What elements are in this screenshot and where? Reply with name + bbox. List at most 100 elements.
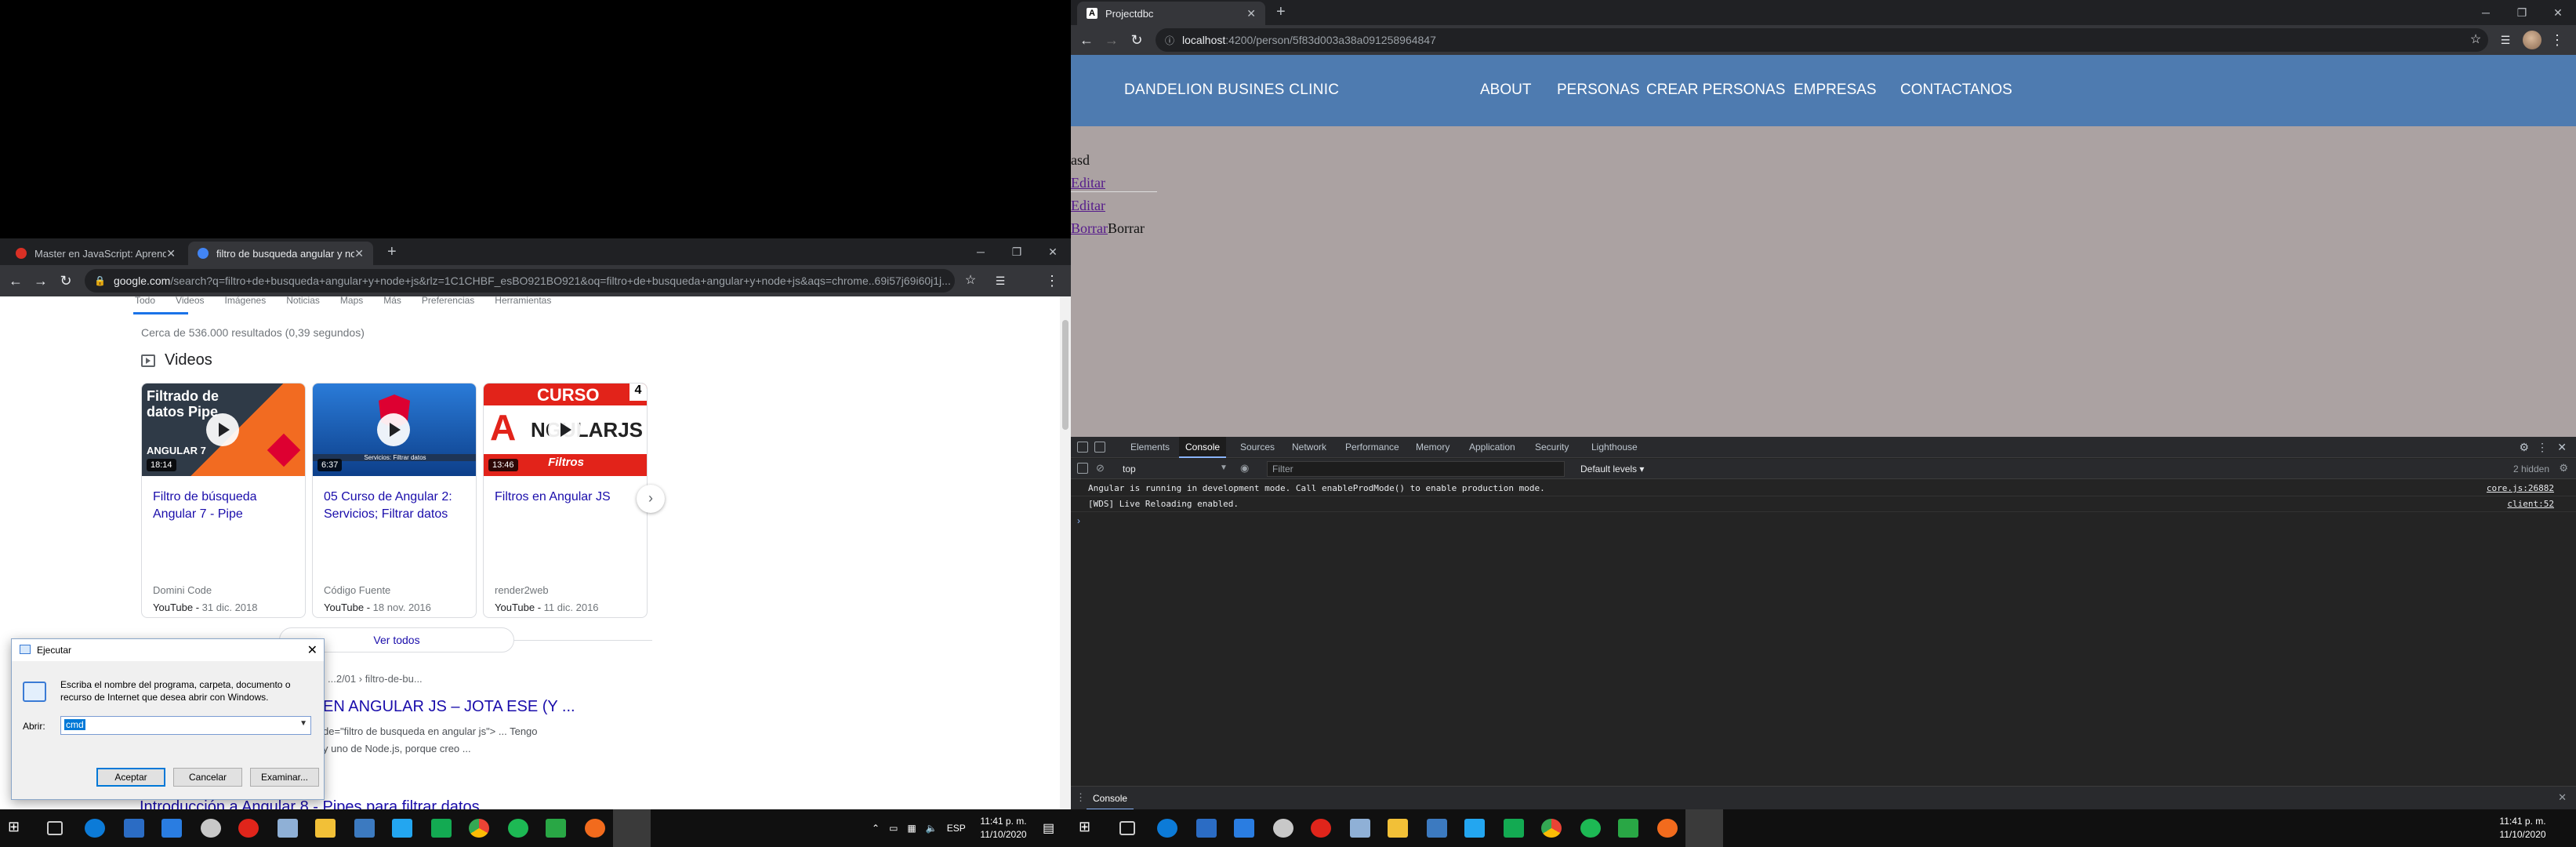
- tab-google-search[interactable]: filtro de busqueda angular y node... ✕: [188, 242, 373, 265]
- reading-list-icon[interactable]: ☰: [991, 271, 1010, 290]
- app-icon[interactable]: [278, 819, 298, 838]
- address-bar[interactable]: 🔒 google.com /search?q=filtro+de+busqued…: [85, 269, 955, 293]
- bookmark-star-icon[interactable]: ☆: [2466, 31, 2485, 49]
- battery-icon[interactable]: ▭: [889, 823, 898, 834]
- restore-icon[interactable]: ❐: [2504, 6, 2540, 20]
- app-brand[interactable]: DANDELION BUSINES CLINIC: [1124, 82, 1339, 99]
- clear-console-icon[interactable]: ⊘: [1096, 462, 1105, 474]
- close-icon[interactable]: ✕: [1035, 245, 1071, 259]
- bookmark-star-icon[interactable]: ☆: [961, 271, 980, 290]
- close-tab-icon[interactable]: ✕: [166, 247, 176, 260]
- windows-start-icon[interactable]: ⊞: [8, 819, 28, 838]
- store-icon[interactable]: [124, 819, 144, 838]
- app-icon[interactable]: [1350, 819, 1370, 838]
- reading-list-icon[interactable]: ☰: [2496, 31, 2515, 49]
- open-input[interactable]: cmd ▼: [60, 716, 311, 735]
- search-tab-herramientas[interactable]: Herramientas: [495, 296, 551, 314]
- close-tab-icon[interactable]: ✕: [1246, 7, 1256, 20]
- page-scrollbar[interactable]: [1060, 296, 1071, 809]
- menu-kebab-icon[interactable]: ⋮: [2548, 31, 2567, 49]
- device-toolbar-icon[interactable]: [1094, 442, 1105, 453]
- network-icon[interactable]: ▦: [907, 823, 916, 834]
- clock[interactable]: 11:41 p. m. 11/10/2020: [2491, 809, 2554, 847]
- run-taskbar-button[interactable]: [1685, 809, 1723, 847]
- new-tab-button[interactable]: +: [1276, 3, 1286, 21]
- edit-link[interactable]: Editar: [1071, 198, 1105, 213]
- run-dialog-titlebar[interactable]: Ejecutar ✕: [12, 639, 324, 661]
- app-icon[interactable]: [546, 819, 566, 838]
- tab-performance[interactable]: Performance: [1345, 437, 1399, 458]
- close-drawer-icon[interactable]: ✕: [2558, 791, 2567, 804]
- nav-crear-personas[interactable]: CREAR PERSONAS: [1646, 82, 1785, 99]
- minimize-icon[interactable]: ─: [963, 245, 999, 258]
- search-tab-maps[interactable]: Maps: [340, 296, 363, 314]
- tab-projectdbc[interactable]: A Projectdbc ✕: [1077, 2, 1265, 25]
- app-icon[interactable]: [1618, 819, 1638, 838]
- mail-icon[interactable]: [161, 819, 182, 838]
- tab-application[interactable]: Application: [1469, 437, 1515, 458]
- clock[interactable]: 11:41 p. m. 11/10/2020: [972, 809, 1035, 847]
- inspect-element-icon[interactable]: [1077, 442, 1088, 453]
- file-explorer-icon[interactable]: [1388, 819, 1408, 838]
- close-tab-icon[interactable]: ✕: [354, 247, 364, 260]
- console-filter-input[interactable]: Filter: [1267, 461, 1565, 477]
- cancel-button[interactable]: Cancelar: [173, 768, 242, 787]
- chrome-icon[interactable]: [469, 819, 489, 838]
- edge-icon[interactable]: [1157, 819, 1177, 838]
- play-icon[interactable]: [548, 413, 581, 446]
- more-options-icon[interactable]: ⋮: [2537, 437, 2548, 458]
- browse-button[interactable]: Examinar...: [250, 768, 319, 787]
- tab-security[interactable]: Security: [1535, 437, 1569, 458]
- console-source-link[interactable]: client:52: [2507, 496, 2554, 512]
- file-explorer-icon[interactable]: [315, 819, 336, 838]
- task-view-icon[interactable]: [47, 821, 63, 835]
- app-icon[interactable]: [354, 819, 375, 838]
- delete-link[interactable]: Borrar: [1071, 220, 1108, 236]
- close-devtools-icon[interactable]: ✕: [2557, 437, 2567, 458]
- drawer-tab-console[interactable]: Console: [1087, 787, 1134, 810]
- drawer-menu-icon[interactable]: ⋮: [1076, 791, 1086, 804]
- nav-personas[interactable]: PERSONAS: [1557, 82, 1640, 99]
- console-prompt[interactable]: ›: [1077, 515, 1080, 526]
- language-indicator[interactable]: ESP: [947, 823, 966, 834]
- reload-icon[interactable]: ↻: [56, 271, 75, 290]
- vscode-icon[interactable]: [1464, 819, 1485, 838]
- result-title[interactable]: EN ANGULAR JS – JOTA ESE (Y ...: [323, 698, 575, 716]
- search-tab-todo[interactable]: Todo: [135, 296, 155, 314]
- run-taskbar-button[interactable]: [613, 809, 651, 847]
- tab-master-javascript[interactable]: Master en JavaScript: Aprender JS... ✕: [6, 242, 185, 265]
- ok-button[interactable]: Aceptar: [96, 768, 165, 787]
- spotify-icon[interactable]: [1580, 819, 1601, 838]
- store-icon[interactable]: [1196, 819, 1217, 838]
- search-tab-videos[interactable]: Videos: [176, 296, 204, 314]
- tab-sources[interactable]: Sources: [1240, 437, 1275, 458]
- sidebar-toggle-icon[interactable]: [1077, 463, 1088, 474]
- eye-icon[interactable]: ◉: [1240, 462, 1249, 474]
- forward-arrow-icon[interactable]: →: [1102, 31, 1121, 49]
- next-videos-arrow-icon[interactable]: ›: [637, 485, 665, 513]
- postman-icon[interactable]: [585, 819, 605, 838]
- context-selector[interactable]: top: [1123, 463, 1136, 474]
- close-icon[interactable]: ✕: [2540, 6, 2576, 20]
- video-card[interactable]: CURSO 4 A NGULARJS Filtros 13:46 Filtros…: [483, 383, 648, 618]
- mongodb-compass-icon[interactable]: [1504, 819, 1524, 838]
- menu-kebab-icon[interactable]: ⋮: [1043, 271, 1061, 290]
- postman-icon[interactable]: [1657, 819, 1678, 838]
- profile-avatar[interactable]: [2523, 31, 2542, 49]
- console-source-link[interactable]: core.js:26882: [2487, 481, 2554, 496]
- search-tab-noticias[interactable]: Noticias: [286, 296, 320, 314]
- mail-icon[interactable]: [1234, 819, 1254, 838]
- next-result-title[interactable]: Introducción a Angular 8 - Pipes para fi…: [140, 798, 480, 809]
- opera-icon[interactable]: [238, 819, 259, 838]
- forward-arrow-icon[interactable]: →: [31, 271, 50, 290]
- close-icon[interactable]: ✕: [307, 642, 317, 658]
- back-arrow-icon[interactable]: ←: [1077, 31, 1096, 49]
- play-icon[interactable]: [206, 413, 239, 446]
- nav-about[interactable]: ABOUT: [1480, 82, 1531, 99]
- search-tab-mas[interactable]: Más: [383, 296, 401, 314]
- chevron-down-icon[interactable]: ▼: [1220, 463, 1228, 472]
- edit-link[interactable]: Editar: [1071, 175, 1105, 191]
- tab-network[interactable]: Network: [1292, 437, 1326, 458]
- spotify-icon[interactable]: [508, 819, 528, 838]
- tab-memory[interactable]: Memory: [1416, 437, 1449, 458]
